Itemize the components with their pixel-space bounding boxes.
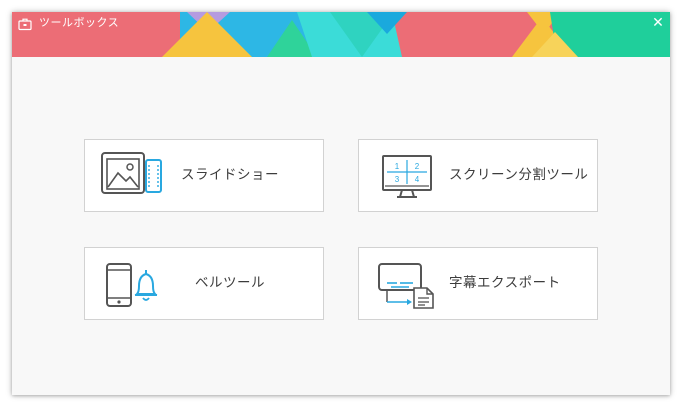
screen-number-3: 3 xyxy=(395,175,400,184)
toolbox-icon xyxy=(18,18,32,31)
subtitle-export-button[interactable]: 字幕エクスポート xyxy=(358,247,598,320)
bell-tool-label: ベルツール xyxy=(195,275,265,291)
screen-number-1: 1 xyxy=(395,162,400,171)
close-button[interactable]: ✕ xyxy=(648,13,668,33)
subtitle-export-label: 字幕エクスポート xyxy=(449,275,561,291)
screen-number-2: 2 xyxy=(415,162,420,171)
bell-tool-button[interactable]: ベルツール xyxy=(84,247,324,320)
window-title: ツールボックス xyxy=(39,16,120,29)
screen-number-4: 4 xyxy=(415,175,420,184)
phone-bell-icon xyxy=(106,263,158,307)
slideshow-button[interactable]: スライドショー xyxy=(84,139,324,212)
slideshow-label: スライドショー xyxy=(181,167,279,183)
title-bar: ツールボックス ✕ xyxy=(12,12,670,57)
split-screen-button[interactable]: 1 2 3 4 スクリーン分割ツール xyxy=(358,139,598,212)
subtitle-export-icon xyxy=(378,263,434,309)
slideshow-icon xyxy=(101,152,162,194)
toolbox-window: ツールボックス ✕ スライドショー 1 2 3 4 スクリーン分割ツール ベルツ… xyxy=(12,12,670,395)
split-screen-icon: 1 2 3 4 xyxy=(382,155,432,198)
split-screen-label: スクリーン分割ツール xyxy=(449,167,589,183)
